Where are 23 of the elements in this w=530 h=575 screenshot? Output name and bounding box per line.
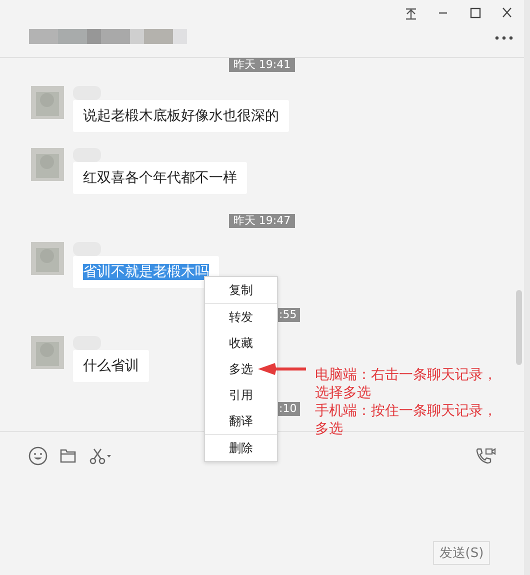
- annotation-text: 电脑端：右击一条聊天记录，选择多选: [315, 366, 498, 402]
- menu-item[interactable]: 引用: [229, 382, 253, 408]
- more-icon[interactable]: [494, 34, 514, 42]
- menu-item[interactable]: 收藏: [229, 330, 253, 356]
- arrow: [258, 361, 308, 377]
- menu-item[interactable]: 转发: [229, 304, 253, 330]
- send-button[interactable]: 发送(S): [433, 541, 490, 565]
- timestamp: 昨天 19:47: [229, 214, 295, 228]
- scissors-icon[interactable]: [88, 446, 114, 466]
- message-bubble[interactable]: 什么省训: [73, 350, 149, 382]
- menu-item[interactable]: 删除: [229, 435, 253, 461]
- call-icon[interactable]: [474, 446, 496, 466]
- timestamp: :55: [276, 308, 300, 322]
- message-bubble[interactable]: 说起老椴木底板好像水也很深的: [73, 100, 289, 132]
- scrollbar[interactable]: [516, 290, 522, 365]
- menu-item[interactable]: 多选: [229, 356, 253, 382]
- emoji-icon[interactable]: [28, 446, 48, 466]
- annotation-text: 手机端：按住一条聊天记录，多选: [315, 402, 498, 438]
- message-bubble[interactable]: 红双喜各个年代都不一样: [73, 162, 247, 194]
- timestamp: 昨天 19:41: [229, 58, 295, 72]
- menu-item[interactable]: 复制: [229, 277, 253, 303]
- menu-item[interactable]: 翻译: [229, 408, 253, 434]
- timestamp: :10: [276, 402, 300, 416]
